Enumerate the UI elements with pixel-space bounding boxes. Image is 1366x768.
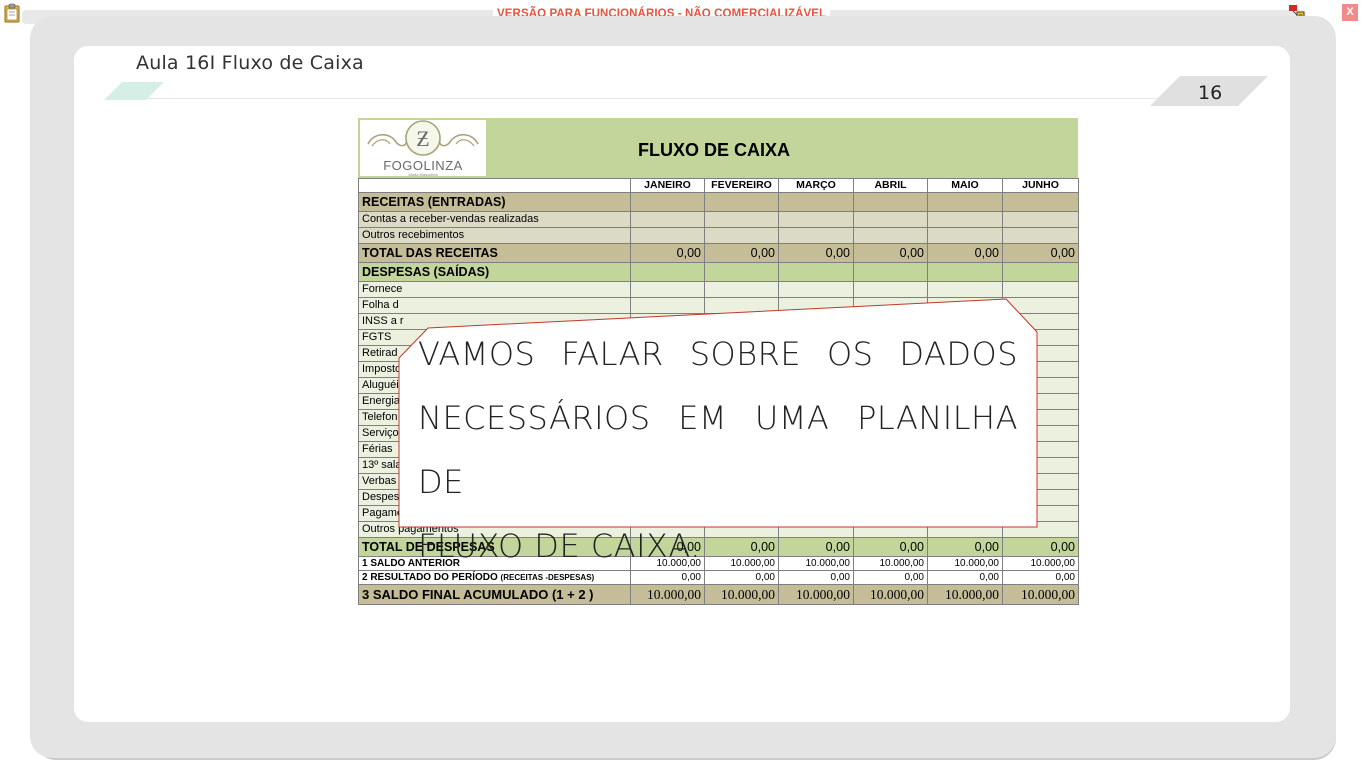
spreadsheet-title: FLUXO DE CAIXA <box>638 140 791 160</box>
saldo-final-value: 10.000,00 <box>853 584 928 605</box>
logo-subtitle: Moda Masculina <box>408 172 438 177</box>
table-row: DESPESAS (SAÍDAS) <box>358 262 1079 282</box>
table-cell <box>853 262 928 282</box>
table-row: RECEITAS (ENTRADAS) <box>358 192 1079 212</box>
row-label: Fornece <box>358 281 631 298</box>
table-row: Outros recebimentos <box>358 227 1079 244</box>
table-cell <box>630 211 705 228</box>
title-accent-shape <box>104 82 164 100</box>
table-cell <box>704 211 779 228</box>
page-number: 16 <box>1198 82 1223 104</box>
saldo-final-value: 10.000,00 <box>1002 584 1079 605</box>
table-cell <box>927 262 1003 282</box>
table-row: TOTAL DAS RECEITAS 0,00 0,00 0,00 0,00 0,00 0,… <box>358 243 1079 263</box>
logo-text: FOGOLINZA <box>383 158 463 173</box>
table-row: 3 SALDO FINAL ACUMULADO (1 + 2 ) 10.000,0… <box>358 584 1079 605</box>
month-header: JANEIRO <box>630 178 705 193</box>
saldo-final-value: 10.000,00 <box>704 584 779 605</box>
table-cell <box>778 262 854 282</box>
total-value: 0,00 <box>927 243 1003 263</box>
month-header: FEVEREIRO <box>704 178 779 193</box>
table-cell <box>704 192 779 212</box>
table-cell <box>853 227 928 244</box>
table-cell <box>1002 262 1079 282</box>
row-label: Outros recebimentos <box>358 227 631 244</box>
spreadsheet-header: Ƶ FOGOLINZA Moda Masculina FLUXO DE CAIX… <box>358 118 1078 178</box>
title-divider <box>108 98 1208 99</box>
table-cell <box>630 262 705 282</box>
saldo-final-label: 3 SALDO FINAL ACUMULADO (1 + 2 ) <box>358 584 631 605</box>
callout-text: VAMOS FALAR SOBRE OS DADOS NECESSÁRIOS E… <box>418 322 1018 578</box>
total-value: 0,00 <box>778 243 854 263</box>
table-row: Contas a receber-vendas realizadas <box>358 211 1079 228</box>
table-cell <box>853 281 928 298</box>
total-value: 0,00 <box>704 243 779 263</box>
section-header: RECEITAS (ENTRADAS) <box>358 192 631 212</box>
table-cell <box>1002 211 1079 228</box>
table-cell <box>630 227 705 244</box>
saldo-final-value: 10.000,00 <box>630 584 705 605</box>
saldo-final-value: 10.000,00 <box>778 584 854 605</box>
table-cell <box>853 211 928 228</box>
table-cell <box>778 281 854 298</box>
table-cell <box>630 281 705 298</box>
table-cell <box>1002 192 1079 212</box>
table-cell <box>704 262 779 282</box>
table-cell <box>358 178 631 193</box>
table-row: JANEIRO FEVEREIRO MARÇO ABRIL MAIO JUNHO <box>358 178 1079 193</box>
total-value: 0,00 <box>853 243 928 263</box>
close-button[interactable]: X <box>1342 4 1358 21</box>
table-cell <box>778 192 854 212</box>
table-cell <box>927 211 1003 228</box>
section-header: DESPESAS (SAÍDAS) <box>358 262 631 282</box>
table-cell <box>778 211 854 228</box>
company-logo: Ƶ FOGOLINZA Moda Masculina <box>360 120 486 177</box>
month-header: MAIO <box>927 178 1003 193</box>
callout-line: NECESSÁRIOS EM UMA PLANILHA DE <box>418 399 1018 501</box>
table-cell <box>778 227 854 244</box>
table-cell <box>1002 281 1079 298</box>
table-cell <box>853 192 928 212</box>
callout-line: VAMOS FALAR SOBRE OS DADOS <box>418 335 1018 373</box>
logo-ornament-icon: Ƶ <box>367 120 479 156</box>
row-label: Contas a receber-vendas realizadas <box>358 211 631 228</box>
month-header: MARÇO <box>778 178 854 193</box>
total-value: 0,00 <box>1002 243 1079 263</box>
table-cell <box>704 281 779 298</box>
table-row: Fornece <box>358 281 1079 298</box>
table-cell <box>927 227 1003 244</box>
month-header: ABRIL <box>853 178 928 193</box>
table-cell <box>630 192 705 212</box>
month-header: JUNHO <box>1002 178 1079 193</box>
total-value: 0,00 <box>630 243 705 263</box>
total-label: TOTAL DAS RECEITAS <box>358 243 631 263</box>
table-cell <box>1002 227 1079 244</box>
slide-title: Aula 16I Fluxo de Caixa <box>136 52 364 74</box>
clipboard-icon[interactable] <box>4 3 20 23</box>
table-cell <box>704 227 779 244</box>
saldo-final-value: 10.000,00 <box>927 584 1003 605</box>
table-cell <box>927 281 1003 298</box>
svg-text:Ƶ: Ƶ <box>416 126 429 151</box>
table-cell <box>927 192 1003 212</box>
callout-line: FLUXO DE CAIXA. <box>418 527 701 565</box>
